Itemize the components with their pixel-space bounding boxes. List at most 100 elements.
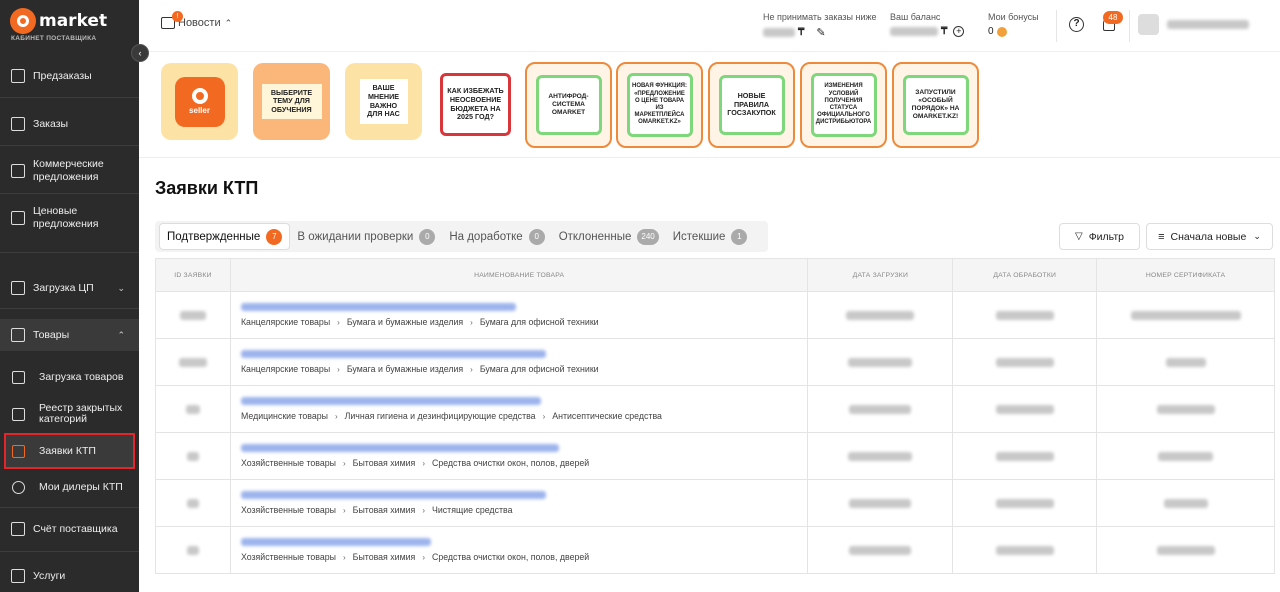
banner-text: НОВЫЕ ПРАВИЛА ГОСЗАКУПОК (718, 75, 785, 135)
sidebar-item-supplier-account[interactable]: Счёт поставщика (0, 520, 139, 538)
collapse-sidebar-button[interactable]: ‹ (131, 44, 149, 62)
certificate-cell (1097, 480, 1276, 526)
table-row[interactable]: Канцелярские товары › Бумага и бумажные из… (156, 339, 1276, 386)
category-level-3: Антисептические средства (552, 411, 662, 421)
edit-icon[interactable]: ✎ (816, 26, 825, 39)
request-id-cell (156, 386, 231, 432)
product-cell: Медицинские товары › Личная гигиена и дези… (231, 386, 809, 432)
sort-dropdown[interactable]: ≡ Сначала новые ⌄ (1146, 223, 1273, 250)
request-id-cell (156, 292, 231, 338)
banner-budget[interactable]: КАК ИЗБЕЖАТЬ НЕОСВОЕНИЕ БЮДЖЕТА НА 2025 … (440, 73, 511, 136)
upload-date (846, 310, 915, 320)
sidebar-item-services[interactable]: Услуги (0, 567, 139, 585)
product-name-link[interactable] (240, 350, 546, 358)
processing-date (995, 310, 1054, 320)
table-row[interactable]: Канцелярские товары › Бумага и бумажные из… (156, 292, 1276, 339)
table-header: ID ЗАЯВКИ НАИМЕНОВАНИЕ ТОВАРА ДАТА ЗАГРУ… (156, 259, 1276, 292)
banner-special-order[interactable]: ЗАПУСТИЛИ «ОСОБЫЙ ПОРЯДОК» НА OMARKET.KZ… (892, 62, 979, 148)
table-row[interactable]: Медицинские товары › Личная гигиена и дези… (156, 386, 1276, 433)
sidebar-item-commercial-offers[interactable]: Коммерческие предложения (0, 157, 139, 185)
banner-text: ВАШЕ МНЕНИЕ ВАЖНО ДЛЯ НАС (359, 79, 408, 124)
filter-label: Фильтр (1088, 230, 1124, 243)
column-header[interactable]: ДАТА ОБРАБОТКИ (953, 259, 1098, 291)
sidebar-item-price-offers[interactable]: Ценовые предложения (0, 204, 139, 232)
request-id-cell (156, 527, 231, 573)
banner-distributor-status[interactable]: ИЗМЕНЕНИЯ УСЛОВИЙ ПОЛУЧЕНИЯ СТАТУСА ОФИЦ… (800, 62, 887, 148)
product-name-link[interactable] (240, 538, 431, 546)
logo-subtitle: КАБИНЕТ ПОСТАВЩИКА (11, 35, 97, 42)
column-header[interactable]: ДАТА ЗАГРУЗКИ (808, 259, 954, 291)
certificate-number (1165, 357, 1206, 367)
product-name-link[interactable] (240, 444, 559, 452)
bonus-value: 0 (988, 26, 994, 37)
table-row[interactable]: Хозяйственные товары › Бытовая химия › Средс… (156, 433, 1276, 480)
category-level-1: Медицинские товары (240, 411, 328, 421)
add-product-icon (12, 370, 25, 384)
tab-count: 1 (731, 228, 748, 245)
product-name-link[interactable] (240, 303, 516, 311)
add-funds-icon[interactable]: + (953, 26, 965, 37)
banner-text: ЗАПУСТИЛИ «ОСОБЫЙ ПОРЯДОК» НА OMARKET.KZ… (902, 75, 969, 135)
tab-confirmed[interactable]: Подтвержденные 7 (159, 223, 291, 250)
category-breadcrumb: Хозяйственные товары › Бытовая химия › Средс… (241, 458, 589, 468)
product-name-link[interactable] (240, 491, 546, 499)
tab-expired[interactable]: Истекшие 1 (666, 223, 755, 250)
sidebar-subitem-closed-categories[interactable]: Реестр закрытых категорий (0, 401, 139, 427)
news-badge: ! (172, 11, 183, 22)
request-id (185, 404, 200, 414)
sidebar-subitem-ktp-requests[interactable]: Заявки КТП (0, 442, 139, 460)
user-name[interactable] (1167, 20, 1249, 29)
sidebar-item-label: Счёт поставщика (33, 523, 118, 535)
sidebar-subitem-label: Загрузка товаров (39, 371, 124, 383)
category-breadcrumb: Канцелярские товары › Бумага и бумажные из… (241, 364, 599, 374)
banner-new-feature[interactable]: НОВАЯ ФУНКЦИЯ: «ПРЕДЛОЖЕНИЕ О ЦЕНЕ ТОВАР… (616, 62, 703, 148)
category-breadcrumb: Хозяйственные товары › Бытовая химия › Средс… (241, 552, 589, 562)
column-header[interactable]: НАИМЕНОВАНИЕ ТОВАРА (231, 259, 809, 291)
sidebar-item-price-upload[interactable]: Загрузка ЦП ⌄ (0, 278, 139, 298)
balance-stat: Ваш баланс ₸ + (890, 12, 965, 37)
chevron-down-icon: ⌄ (117, 282, 125, 293)
upload-date (849, 545, 912, 555)
sidebar-subitem-upload-products[interactable]: Загрузка товаров (0, 368, 139, 386)
chevron-right-icon: › (343, 505, 346, 515)
banner-feedback[interactable]: ВАШЕ МНЕНИЕ ВАЖНО ДЛЯ НАС (345, 63, 422, 140)
banner-learning[interactable]: ВЫБЕРИТЕ ТЕМУ ДЛЯ ОБУЧЕНИЯ (253, 63, 330, 140)
product-name-link[interactable] (240, 397, 541, 405)
category-level-2: Бытовая химия (352, 505, 416, 515)
processing-date-cell (953, 433, 1098, 479)
certificate-cell (1097, 433, 1276, 479)
banner-procurement-rules[interactable]: НОВЫЕ ПРАВИЛА ГОСЗАКУПОК (708, 62, 795, 148)
divider (0, 97, 139, 98)
sidebar-subitem-ktp-dealers[interactable]: Мои дилеры КТП (0, 478, 139, 496)
tab-pending[interactable]: В ожидании проверки 0 (290, 223, 442, 250)
category-level-1: Канцелярские товары (240, 364, 331, 374)
table-row[interactable]: Хозяйственные товары › Бытовая химия › Чистя… (156, 480, 1276, 527)
services-icon (11, 569, 25, 583)
avatar[interactable] (1138, 14, 1159, 35)
tab-revision[interactable]: На доработке 0 (442, 223, 551, 250)
sidebar-item-label: Загрузка ЦП (33, 282, 94, 294)
certificate-cell (1097, 339, 1276, 385)
banner-strip: seller ВЫБЕРИТЕ ТЕМУ ДЛЯ ОБУЧЕНИЯ ВАШЕ М… (155, 60, 985, 152)
sidebar-item-products[interactable]: Товары ⌃ (0, 325, 139, 345)
sidebar-item-orders[interactable]: Заказы (0, 114, 139, 134)
help-icon[interactable]: ? (1069, 17, 1084, 32)
lock-icon (12, 407, 25, 421)
request-id (179, 310, 206, 320)
tab-count: 240 (637, 228, 659, 245)
column-header[interactable]: ID ЗАЯВКИ (156, 259, 231, 291)
sidebar-subitem-label: Реестр закрытых категорий (39, 402, 123, 425)
column-header[interactable]: НОМЕР СЕРТИФИКАТА (1097, 259, 1276, 291)
processing-date (995, 404, 1054, 414)
table-row[interactable]: Хозяйственные товары › Бытовая химия › Средс… (156, 527, 1276, 574)
chevron-down-icon: ⌄ (1253, 231, 1261, 241)
sidebar-item-preorders[interactable]: Предзаказы (0, 66, 139, 86)
filter-button[interactable]: ▽ Фильтр (1059, 223, 1140, 250)
logo[interactable]: market (10, 8, 107, 34)
tab-rejected[interactable]: Отклоненные 240 (552, 223, 666, 250)
banner-antifraud[interactable]: АНТИФРОД-СИСТЕМА OMARKET (525, 62, 612, 148)
product-cell: Хозяйственные товары › Бытовая химия › Чистя… (231, 480, 809, 526)
banner-seller[interactable]: seller (161, 63, 238, 140)
news-button[interactable]: ! Новости ⌃ (161, 11, 232, 29)
banner-text: ИЗМЕНЕНИЯ УСЛОВИЙ ПОЛУЧЕНИЯ СТАТУСА ОФИЦ… (810, 73, 877, 137)
